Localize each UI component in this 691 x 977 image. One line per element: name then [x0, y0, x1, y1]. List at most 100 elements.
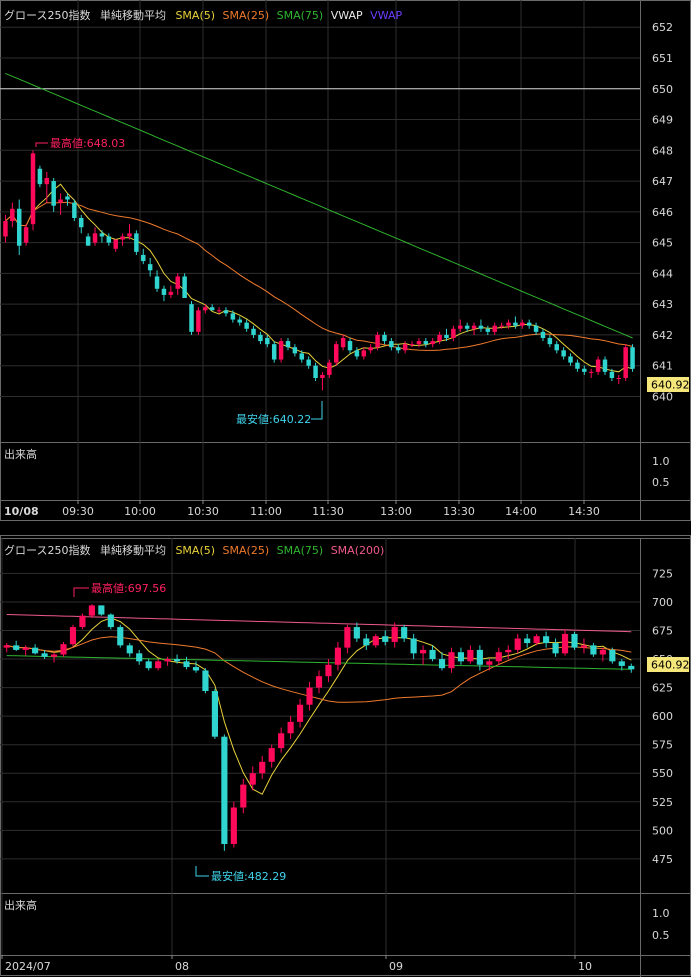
bot-price-tick: 475	[652, 853, 673, 866]
candle-body	[69, 627, 77, 645]
candle-body	[354, 350, 360, 357]
candle-body	[344, 627, 351, 648]
candle-body	[389, 341, 394, 348]
top-sma25-line	[5, 201, 633, 351]
candle-body	[327, 362, 332, 375]
candle-body	[409, 344, 415, 346]
top-volume-tick-1: 1.0	[652, 455, 670, 468]
top-legend-sma75: SMA(75)	[277, 9, 324, 22]
top-xtick-label: 11:30	[312, 505, 344, 518]
bot-xtick-label: 09	[389, 960, 403, 973]
candle-body	[628, 665, 635, 670]
candle-body	[182, 276, 187, 298]
candle-body	[251, 328, 256, 335]
candle-body	[3, 645, 10, 648]
candle-body	[221, 736, 228, 845]
candle-body	[50, 654, 58, 657]
top-price-tick: 648	[652, 144, 673, 157]
candle-body	[505, 649, 512, 653]
top-price-tick: 650	[652, 83, 673, 96]
bottom-volume-title: 出来高	[4, 898, 37, 912]
bot-price-tick: 625	[652, 682, 673, 695]
candle-body	[37, 168, 43, 185]
candle-body	[265, 338, 270, 345]
bottom-high-marker: 最高値:697.56	[73, 581, 166, 597]
candle-body	[513, 322, 518, 326]
top-low-label: 最安値:640.22	[236, 412, 311, 426]
candle-body	[492, 325, 497, 332]
bottom-low-marker: 最安値:482.29	[195, 866, 286, 883]
candle-body	[23, 227, 29, 243]
candle-body	[552, 643, 559, 654]
candle-body	[41, 653, 48, 657]
candle-body	[268, 748, 275, 762]
candle-body	[540, 331, 546, 338]
candle-body	[147, 264, 153, 271]
candle-body	[58, 199, 63, 203]
candle-body	[561, 350, 566, 357]
candle-body	[340, 338, 346, 348]
chart-canvas: 640641642643644645646647648649650651652 …	[0, 0, 691, 977]
bottom-sma5-line	[6, 617, 632, 795]
top-xtick-label: 11:00	[250, 505, 282, 518]
candle-body	[554, 344, 559, 351]
candle-body	[429, 649, 436, 660]
candle-body	[391, 627, 398, 642]
top-high-marker: 最高値:648.03	[35, 136, 125, 150]
bot-xtick-label: 10	[578, 960, 592, 973]
candle-body	[99, 233, 105, 237]
candle-body	[127, 233, 132, 237]
candle-body	[595, 359, 601, 372]
candle-body	[223, 310, 229, 314]
bottom-legend-sma5: SMA(5)	[175, 544, 215, 557]
candle-body	[98, 605, 105, 615]
bottom-last-price-box: 640.92	[647, 657, 690, 672]
candle-body	[313, 365, 318, 378]
top-legend: グロース250指数 単純移動平均 SMA(5) SMA(25) SMA(75) …	[4, 8, 402, 22]
candle-body	[430, 341, 435, 345]
bot-price-tick: 725	[652, 567, 673, 580]
candle-body	[533, 636, 540, 644]
candle-body	[126, 645, 133, 654]
candle-body	[16, 208, 22, 246]
candle-body	[72, 202, 77, 218]
candle-body	[382, 334, 387, 342]
candle-body	[353, 627, 360, 639]
candle-body	[464, 325, 470, 329]
candle-body	[334, 647, 342, 665]
bot-price-tick: 500	[652, 824, 673, 837]
candle-body	[259, 761, 266, 774]
candle-body	[22, 647, 29, 650]
candle-body	[60, 644, 67, 655]
candle-body	[296, 704, 304, 722]
candle-body	[117, 627, 124, 646]
candle-body	[230, 313, 236, 320]
candle-body	[141, 254, 146, 262]
candle-body	[602, 359, 608, 372]
candle-body	[618, 661, 625, 666]
candle-body	[485, 328, 491, 332]
top-legend-vwap-line: VWAP	[370, 9, 402, 22]
candle-body	[92, 233, 98, 243]
top-time-axis: 09:30 10:00 10:30 11:00 11:30 13:00 13:30 14:00…	[62, 500, 600, 518]
top-volume-tick-2: 0.5	[652, 476, 670, 489]
bottom-low-label: 最安値:482.29	[211, 869, 286, 883]
candle-body	[278, 733, 285, 749]
candle-body	[164, 659, 171, 662]
candle-body	[571, 633, 578, 648]
bottom-legend-ma-title: 単純移動平均	[100, 543, 166, 557]
top-price-axis: 640 641 642 643 644 645 646 647 648 649 650 651 652	[652, 21, 673, 403]
candle-body	[203, 307, 208, 311]
top-price-tick: 646	[652, 206, 673, 219]
candle-body	[476, 649, 483, 665]
candle-body	[401, 627, 408, 639]
candle-body	[368, 347, 373, 351]
top-low-marker: 最安値:640.22	[236, 401, 323, 426]
candle-body	[451, 328, 456, 338]
candle-body	[192, 667, 200, 671]
candle-body	[155, 661, 162, 669]
candle-body	[382, 636, 389, 642]
candle-body	[609, 371, 615, 378]
candle-body	[499, 325, 504, 327]
top-price-tick: 649	[652, 114, 673, 127]
